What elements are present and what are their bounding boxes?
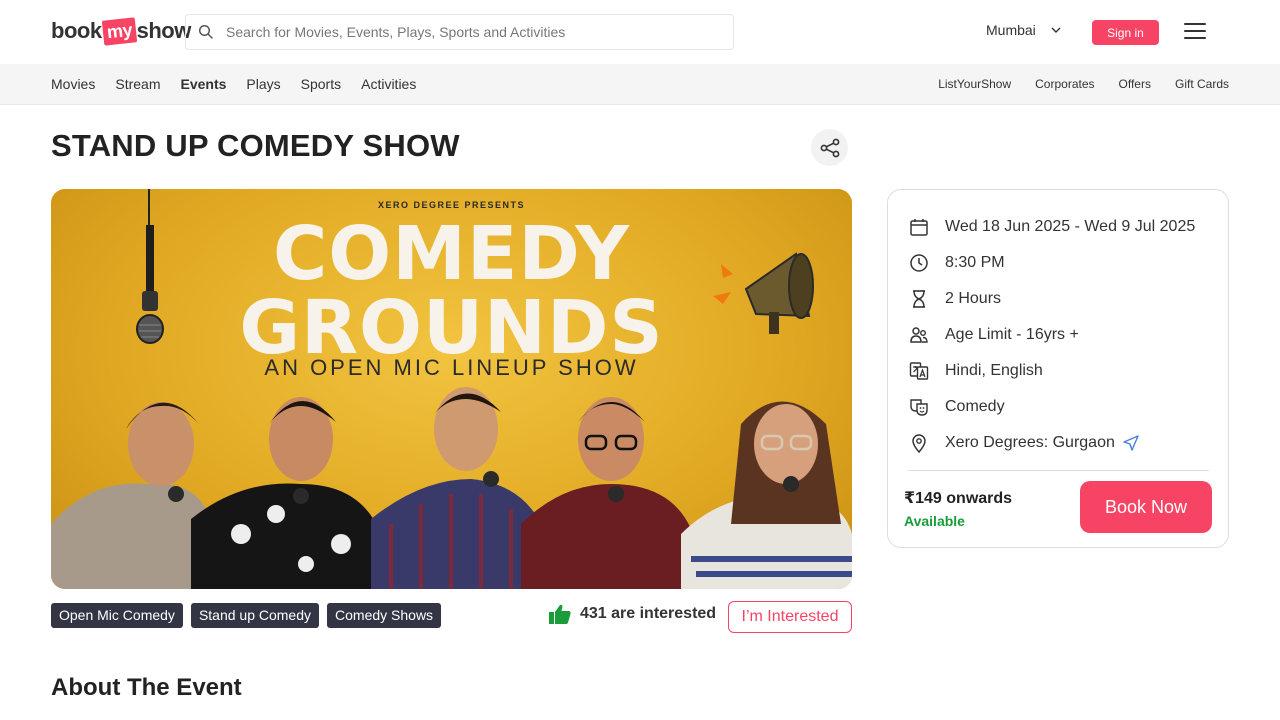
about-event-heading: About The Event — [51, 674, 242, 701]
availability-status: Available — [904, 513, 965, 529]
language-icon — [909, 362, 929, 380]
book-now-button[interactable]: Book Now — [1080, 481, 1212, 533]
share-button[interactable] — [811, 129, 848, 166]
event-title: STAND UP COMEDY SHOW — [51, 128, 460, 163]
category-nav: Movies Stream Events Plays Sports Activi… — [51, 64, 416, 104]
event-banner-image: XERO DEGREE PRESENTS COMEDY GROUNDS AN O… — [51, 189, 852, 589]
share-icon — [820, 138, 839, 157]
clock-icon — [910, 254, 928, 272]
im-interested-button[interactable]: I’m Interested — [728, 601, 852, 633]
chevron-down-icon — [1051, 27, 1061, 33]
calendar-icon — [910, 219, 928, 236]
sign-in-button[interactable]: Sign in — [1092, 20, 1159, 45]
tag-stand-up-comedy[interactable]: Stand up Comedy — [190, 603, 320, 628]
event-venue[interactable]: Xero Degrees: Gurgaon — [945, 434, 1115, 452]
event-genre: Comedy — [945, 398, 1005, 415]
date-row: Wed 18 Jun 2025 - Wed 9 Jul 2025 — [908, 216, 1195, 238]
nav-activities[interactable]: Activities — [361, 76, 416, 92]
thumbs-up-icon — [549, 604, 571, 624]
secondary-nav: ListYourShow Corporates Offers Gift Card… — [938, 64, 1229, 104]
banner-subtitle: AN OPEN MIC LINEUP SHOW — [264, 355, 639, 380]
nav-listyourshow[interactable]: ListYourShow — [938, 77, 1011, 91]
age-limit-row: Age Limit - 16yrs + — [908, 324, 1079, 346]
duration-row: 2 Hours — [908, 288, 1001, 310]
venue-row[interactable]: Xero Degrees: Gurgaon — [908, 432, 1139, 454]
time-row: 8:30 PM — [908, 252, 1005, 274]
nav-gift-cards[interactable]: Gift Cards — [1175, 77, 1229, 91]
event-tags: Open Mic Comedy Stand up Comedy Comedy S… — [51, 603, 442, 628]
tag-comedy-shows[interactable]: Comedy Shows — [327, 603, 442, 628]
navigation-arrow-icon[interactable] — [1123, 435, 1139, 451]
nav-plays[interactable]: Plays — [246, 76, 280, 92]
card-divider — [908, 470, 1209, 471]
logo-text-show: show — [136, 18, 192, 43]
nav-stream[interactable]: Stream — [115, 76, 160, 92]
language-row: Hindi, English — [908, 360, 1043, 382]
menu-icon[interactable] — [1184, 23, 1206, 41]
hourglass-icon — [913, 290, 925, 308]
theater-masks-icon — [910, 399, 928, 416]
city-selector[interactable]: Mumbai — [986, 22, 1062, 38]
search-bar[interactable] — [185, 14, 734, 50]
event-dates: Wed 18 Jun 2025 - Wed 9 Jul 2025 — [945, 218, 1196, 235]
sub-navigation: Movies Stream Events Plays Sports Activi… — [0, 64, 1280, 105]
city-name: Mumbai — [986, 22, 1036, 38]
nav-offers[interactable]: Offers — [1119, 77, 1151, 91]
event-languages: Hindi, English — [945, 362, 1043, 379]
logo-text-book: book — [51, 18, 102, 43]
ticket-price: ₹149 onwards — [904, 490, 1013, 507]
genre-row: Comedy — [908, 396, 1005, 418]
search-icon — [198, 24, 213, 39]
nav-movies[interactable]: Movies — [51, 76, 95, 92]
bookmyshow-logo[interactable]: book my show — [51, 14, 191, 48]
interested-count-text: 431 are interested — [580, 605, 717, 622]
event-time: 8:30 PM — [945, 254, 1005, 271]
interested-count: 431 are interested — [549, 604, 716, 624]
location-pin-icon — [912, 434, 926, 453]
event-age-limit: Age Limit - 16yrs + — [945, 326, 1079, 343]
top-header: bookmyshow Mumbai Sign in — [0, 0, 1280, 64]
comedians-lineup-illustration — [51, 387, 852, 589]
nav-events[interactable]: Events — [180, 76, 226, 92]
people-icon — [910, 327, 928, 343]
event-duration: 2 Hours — [945, 290, 1002, 307]
banner-presenter: XERO DEGREE PRESENTS — [377, 200, 526, 210]
logo-text-my: my — [101, 16, 137, 46]
event-details-card: Wed 18 Jun 2025 - Wed 9 Jul 2025 8:30 PM… — [887, 189, 1229, 548]
search-input[interactable] — [226, 24, 706, 40]
tag-open-mic-comedy[interactable]: Open Mic Comedy — [51, 603, 183, 628]
nav-corporates[interactable]: Corporates — [1035, 77, 1094, 91]
nav-sports[interactable]: Sports — [301, 76, 341, 92]
